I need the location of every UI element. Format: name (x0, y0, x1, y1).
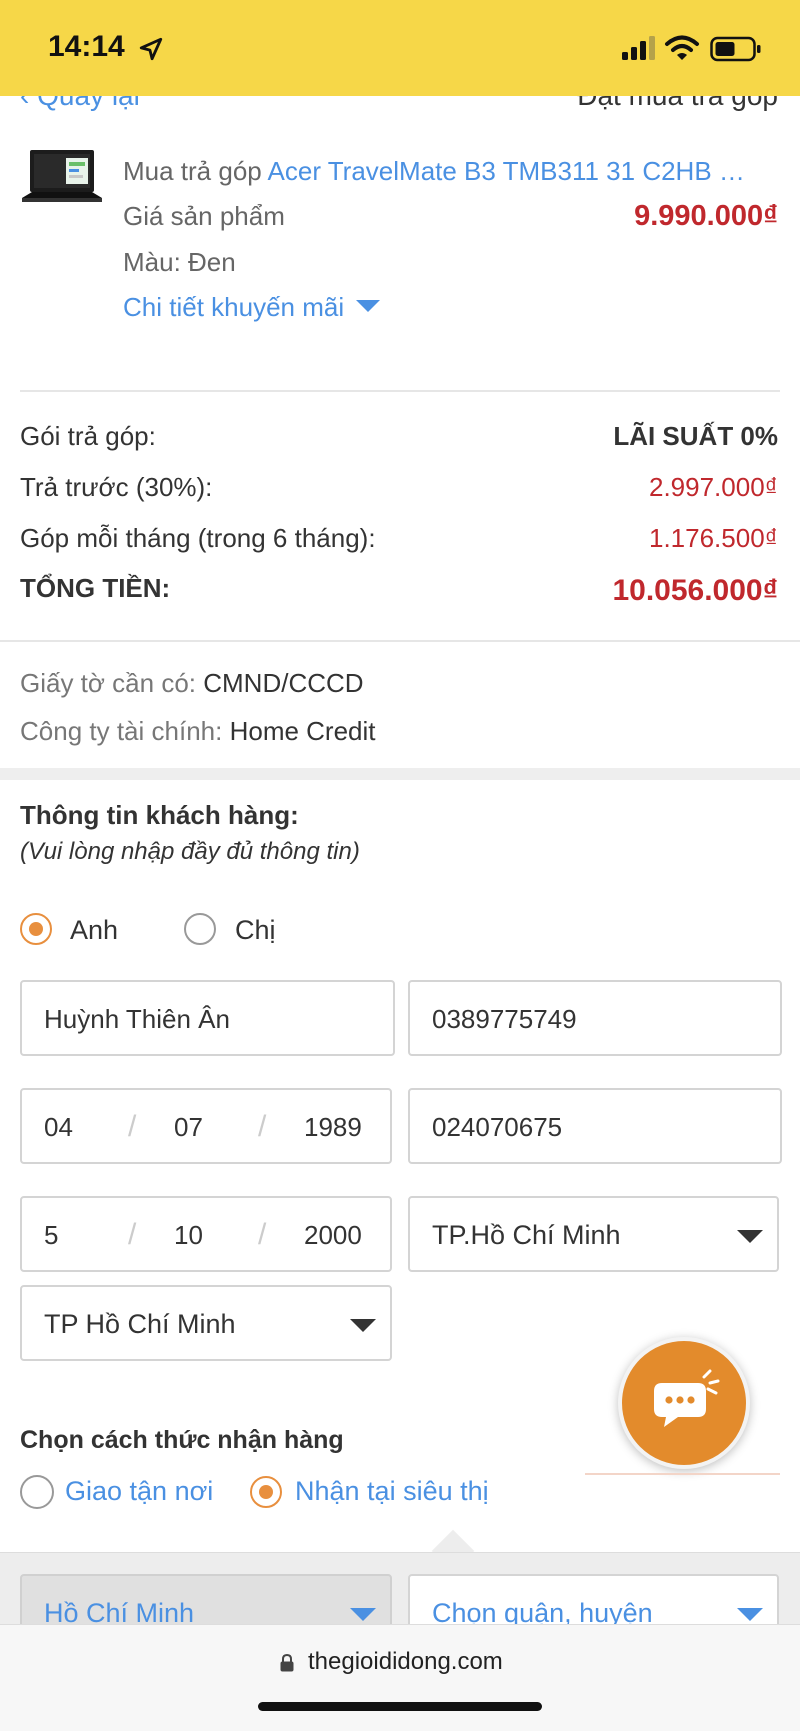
product-color: Màu: Đen (123, 247, 236, 277)
delivery-section-title: Chọn cách thức nhận hàng (20, 1426, 344, 1454)
gender-label-chi[interactable]: Chị (235, 915, 276, 946)
product-name: Mua trả góp Acer TravelMate B3 TMB311 31… (123, 156, 745, 187)
docs-label: Giấy tờ cần có: (20, 668, 197, 698)
birth-month-value: 07 (174, 1112, 203, 1142)
product-link[interactable]: Acer TravelMate B3 TMB311 31 C2HB … (268, 156, 745, 186)
customer-section-title: Thông tin khách hàng: (20, 800, 299, 830)
promo-label: Chi tiết khuyến mãi (123, 292, 345, 322)
monthly-value: 1.176.500₫ (648, 523, 778, 553)
customer-section-note: (Vui lòng nhập đầy đủ thông tin) (20, 838, 360, 865)
laptop-product-image (22, 150, 102, 202)
product-price: 9.990.000₫ (634, 200, 778, 232)
issue-day-value: 5 (44, 1220, 59, 1250)
page-title: Đặt mua trả góp (577, 96, 778, 112)
wifi-icon (665, 35, 699, 60)
status-bar: 14:14 (0, 0, 800, 96)
prepay-value: 2.997.000₫ (648, 472, 778, 502)
delivery-radio-home[interactable] (20, 1475, 54, 1509)
divider (0, 640, 800, 642)
issue-year-value: 2000 (304, 1220, 362, 1250)
dropdown-arrow-icon (737, 1608, 763, 1621)
product-name-prefix: Mua trả góp (123, 156, 262, 186)
dropdown-arrow-icon (350, 1608, 376, 1621)
date-separator: / (128, 1110, 137, 1143)
page-header: ‹ Quay lại Đặt mua trả góp (0, 96, 800, 130)
delivery-label-store[interactable]: Nhận tại siêu thị (295, 1476, 489, 1507)
finance-label: Công ty tài chính: (20, 716, 223, 746)
full-name-value: Huỳnh Thiên Ân (44, 1004, 230, 1034)
lock-icon (280, 1653, 294, 1672)
total-value: 10.056.000₫ (612, 574, 778, 607)
section-separator (0, 768, 800, 780)
delivery-radio-store[interactable] (250, 1476, 282, 1508)
issue-month-value: 10 (174, 1220, 203, 1250)
date-separator: / (128, 1218, 137, 1251)
finance-value: Home Credit (229, 716, 376, 746)
monthly-label: Góp mỗi tháng (trong 6 tháng): (20, 523, 376, 553)
birth-date-input[interactable]: 04 / 07 / 1989 (20, 1088, 392, 1164)
gender-radio-chi[interactable] (184, 913, 216, 945)
home-indicator[interactable] (258, 1702, 542, 1711)
id-number-input[interactable]: 024070675 (408, 1088, 782, 1164)
docs-value: CMND/CCCD (203, 668, 364, 698)
chat-bubble-icon (654, 1369, 720, 1427)
price-label: Giá sản phẩm (123, 201, 285, 231)
chat-button[interactable] (618, 1337, 750, 1469)
issue-place-value: TP.Hồ Chí Minh (432, 1220, 621, 1250)
url-text[interactable]: thegioididong.com (308, 1648, 503, 1676)
phone-input[interactable]: 0389775749 (408, 980, 782, 1056)
id-number-value: 024070675 (432, 1112, 563, 1142)
issue-date-input[interactable]: 5 / 10 / 2000 (20, 1196, 392, 1272)
delivery-label-home[interactable]: Giao tận nơi (65, 1476, 213, 1507)
back-link[interactable]: ‹ Quay lại (20, 96, 140, 112)
package-value: LÃI SUẤT 0% (613, 421, 778, 451)
docs-info: Giấy tờ cần có: CMND/CCCD (20, 668, 364, 699)
prepay-label: Trả trước (30%): (20, 472, 213, 502)
back-label: Quay lại (37, 96, 140, 111)
divider (585, 1473, 780, 1475)
gender-radio-anh[interactable] (20, 913, 52, 945)
caret-down-icon (356, 300, 381, 312)
phone-value: 0389775749 (432, 1004, 577, 1034)
promo-details-toggle[interactable]: Chi tiết khuyến mãi (123, 292, 381, 323)
location-arrow-icon (139, 37, 163, 61)
birth-day-value: 04 (44, 1112, 73, 1142)
city-select[interactable]: TP Hồ Chí Minh (20, 1285, 392, 1361)
package-label: Gói trả góp: (20, 421, 156, 451)
finance-info: Công ty tài chính: Home Credit (20, 716, 376, 747)
dropdown-arrow-icon (737, 1230, 763, 1243)
date-separator: / (258, 1218, 267, 1251)
battery-icon (710, 36, 761, 62)
full-name-input[interactable]: Huỳnh Thiên Ân (20, 980, 395, 1056)
date-separator: / (258, 1110, 267, 1143)
gender-label-anh[interactable]: Anh (70, 915, 118, 946)
birth-year-value: 1989 (304, 1112, 362, 1142)
browser-address-bar[interactable] (0, 1624, 800, 1731)
total-label: TỔNG TIỀN: (20, 573, 171, 603)
city-value: TP Hồ Chí Minh (44, 1309, 236, 1339)
dropdown-arrow-icon (350, 1319, 376, 1332)
status-time: 14:14 (48, 30, 125, 63)
divider (20, 390, 780, 392)
signal-icon (622, 36, 655, 60)
issue-place-select[interactable]: TP.Hồ Chí Minh (408, 1196, 779, 1272)
